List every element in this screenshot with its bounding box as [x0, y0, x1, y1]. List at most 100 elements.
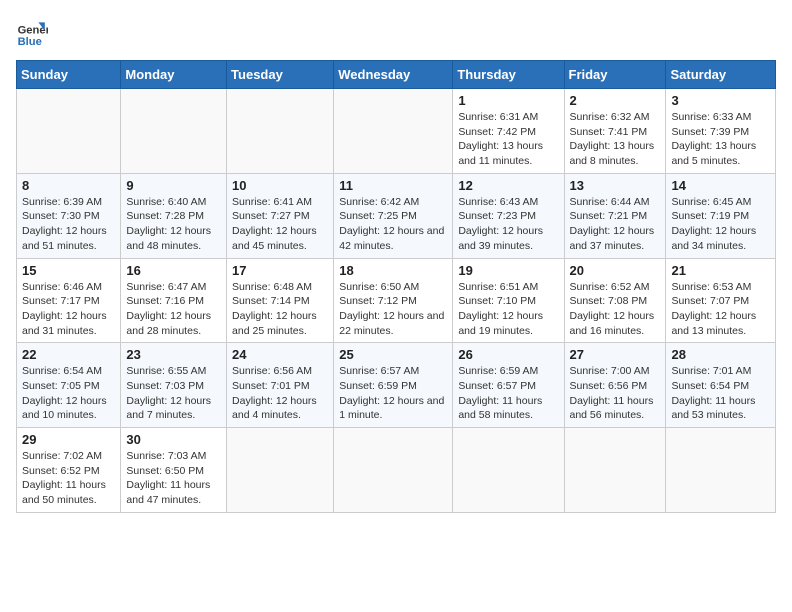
day-number: 10: [232, 178, 328, 193]
day-number: 20: [570, 263, 661, 278]
day-info: Sunrise: 6:40 AMSunset: 7:28 PMDaylight:…: [126, 195, 221, 254]
day-header-wednesday: Wednesday: [334, 61, 453, 89]
day-number: 18: [339, 263, 447, 278]
day-info: Sunrise: 6:47 AMSunset: 7:16 PMDaylight:…: [126, 280, 221, 339]
day-number: 14: [671, 178, 770, 193]
calendar-cell: [564, 428, 666, 513]
day-info: Sunrise: 6:46 AMSunset: 7:17 PMDaylight:…: [22, 280, 115, 339]
day-info: Sunrise: 6:32 AMSunset: 7:41 PMDaylight:…: [570, 110, 661, 169]
calendar-cell: [334, 89, 453, 174]
calendar-cell: 10 Sunrise: 6:41 AMSunset: 7:27 PMDayligh…: [227, 173, 334, 258]
calendar-cell: 23 Sunrise: 6:55 AMSunset: 7:03 PMDayligh…: [121, 343, 227, 428]
calendar-cell: [334, 428, 453, 513]
day-info: Sunrise: 6:42 AMSunset: 7:25 PMDaylight:…: [339, 195, 447, 254]
calendar-cell: 17 Sunrise: 6:48 AMSunset: 7:14 PMDayligh…: [227, 258, 334, 343]
day-header-thursday: Thursday: [453, 61, 564, 89]
day-info: Sunrise: 6:56 AMSunset: 7:01 PMDaylight:…: [232, 364, 328, 423]
page-header: General Blue: [16, 16, 776, 48]
day-number: 27: [570, 347, 661, 362]
calendar-cell: 15 Sunrise: 6:46 AMSunset: 7:17 PMDayligh…: [17, 258, 121, 343]
calendar-cell: 22 Sunrise: 6:54 AMSunset: 7:05 PMDayligh…: [17, 343, 121, 428]
calendar-cell: 25 Sunrise: 6:57 AMSunset: 6:59 PMDayligh…: [334, 343, 453, 428]
day-number: 30: [126, 432, 221, 447]
day-info: Sunrise: 6:54 AMSunset: 7:05 PMDaylight:…: [22, 364, 115, 423]
day-info: Sunrise: 6:43 AMSunset: 7:23 PMDaylight:…: [458, 195, 558, 254]
calendar-cell: 16 Sunrise: 6:47 AMSunset: 7:16 PMDayligh…: [121, 258, 227, 343]
calendar-cell: 8 Sunrise: 6:39 AMSunset: 7:30 PMDaylight…: [17, 173, 121, 258]
day-number: 11: [339, 178, 447, 193]
day-number: 13: [570, 178, 661, 193]
day-number: 15: [22, 263, 115, 278]
day-info: Sunrise: 7:00 AMSunset: 6:56 PMDaylight:…: [570, 364, 661, 423]
day-info: Sunrise: 6:55 AMSunset: 7:03 PMDaylight:…: [126, 364, 221, 423]
day-info: Sunrise: 6:57 AMSunset: 6:59 PMDaylight:…: [339, 364, 447, 423]
logo: General Blue: [16, 16, 48, 48]
day-info: Sunrise: 6:33 AMSunset: 7:39 PMDaylight:…: [671, 110, 770, 169]
calendar-week-row: 8 Sunrise: 6:39 AMSunset: 7:30 PMDaylight…: [17, 173, 776, 258]
day-info: Sunrise: 6:39 AMSunset: 7:30 PMDaylight:…: [22, 195, 115, 254]
calendar-cell: 14 Sunrise: 6:45 AMSunset: 7:19 PMDayligh…: [666, 173, 776, 258]
calendar-cell: 29 Sunrise: 7:02 AMSunset: 6:52 PMDayligh…: [17, 428, 121, 513]
calendar-week-row: 22 Sunrise: 6:54 AMSunset: 7:05 PMDayligh…: [17, 343, 776, 428]
day-number: 29: [22, 432, 115, 447]
day-info: Sunrise: 6:59 AMSunset: 6:57 PMDaylight:…: [458, 364, 558, 423]
calendar-cell: 9 Sunrise: 6:40 AMSunset: 7:28 PMDaylight…: [121, 173, 227, 258]
day-info: Sunrise: 6:41 AMSunset: 7:27 PMDaylight:…: [232, 195, 328, 254]
calendar-cell: [453, 428, 564, 513]
calendar-cell: 3 Sunrise: 6:33 AMSunset: 7:39 PMDaylight…: [666, 89, 776, 174]
calendar-cell: 13 Sunrise: 6:44 AMSunset: 7:21 PMDayligh…: [564, 173, 666, 258]
calendar-cell: 27 Sunrise: 7:00 AMSunset: 6:56 PMDayligh…: [564, 343, 666, 428]
day-header-friday: Friday: [564, 61, 666, 89]
day-number: 17: [232, 263, 328, 278]
calendar-cell: 2Sunrise: 6:32 AMSunset: 7:41 PMDaylight…: [564, 89, 666, 174]
calendar-cell: [227, 89, 334, 174]
day-number: 3: [671, 93, 770, 108]
day-number: 1: [458, 93, 558, 108]
day-number: 21: [671, 263, 770, 278]
day-number: 16: [126, 263, 221, 278]
calendar-cell: [17, 89, 121, 174]
calendar-cell: [121, 89, 227, 174]
day-info: Sunrise: 6:51 AMSunset: 7:10 PMDaylight:…: [458, 280, 558, 339]
calendar-cell: 11 Sunrise: 6:42 AMSunset: 7:25 PMDayligh…: [334, 173, 453, 258]
logo-icon: General Blue: [16, 16, 48, 48]
day-number: 24: [232, 347, 328, 362]
calendar-cell: 28Sunrise: 7:01 AMSunset: 6:54 PMDayligh…: [666, 343, 776, 428]
day-info: Sunrise: 6:45 AMSunset: 7:19 PMDaylight:…: [671, 195, 770, 254]
day-info: Sunrise: 6:44 AMSunset: 7:21 PMDaylight:…: [570, 195, 661, 254]
calendar-cell: 1 Sunrise: 6:31 AMSunset: 7:42 PMDaylight…: [453, 89, 564, 174]
calendar-cell: [227, 428, 334, 513]
day-number: 12: [458, 178, 558, 193]
day-number: 19: [458, 263, 558, 278]
calendar-cell: 20 Sunrise: 6:52 AMSunset: 7:08 PMDayligh…: [564, 258, 666, 343]
day-header-monday: Monday: [121, 61, 227, 89]
day-info: Sunrise: 7:02 AMSunset: 6:52 PMDaylight:…: [22, 449, 115, 508]
calendar-cell: 21 Sunrise: 6:53 AMSunset: 7:07 PMDayligh…: [666, 258, 776, 343]
svg-text:Blue: Blue: [18, 36, 42, 48]
day-info: Sunrise: 6:48 AMSunset: 7:14 PMDaylight:…: [232, 280, 328, 339]
calendar-cell: 24 Sunrise: 6:56 AMSunset: 7:01 PMDayligh…: [227, 343, 334, 428]
calendar-cell: 19 Sunrise: 6:51 AMSunset: 7:10 PMDayligh…: [453, 258, 564, 343]
calendar-cell: 12 Sunrise: 6:43 AMSunset: 7:23 PMDayligh…: [453, 173, 564, 258]
calendar-header-row: SundayMondayTuesdayWednesdayThursdayFrid…: [17, 61, 776, 89]
day-number: 22: [22, 347, 115, 362]
day-header-tuesday: Tuesday: [227, 61, 334, 89]
day-number: 8: [22, 178, 115, 193]
calendar-week-row: 29 Sunrise: 7:02 AMSunset: 6:52 PMDayligh…: [17, 428, 776, 513]
day-info: Sunrise: 6:31 AMSunset: 7:42 PMDaylight:…: [458, 110, 558, 169]
day-number: 9: [126, 178, 221, 193]
day-number: 28: [671, 347, 770, 362]
day-info: Sunrise: 6:52 AMSunset: 7:08 PMDaylight:…: [570, 280, 661, 339]
calendar-cell: [666, 428, 776, 513]
day-number: 25: [339, 347, 447, 362]
day-number: 26: [458, 347, 558, 362]
calendar-cell: 30 Sunrise: 7:03 AMSunset: 6:50 PMDayligh…: [121, 428, 227, 513]
day-info: Sunrise: 6:53 AMSunset: 7:07 PMDaylight:…: [671, 280, 770, 339]
calendar-cell: 18 Sunrise: 6:50 AMSunset: 7:12 PMDayligh…: [334, 258, 453, 343]
calendar-week-row: 1 Sunrise: 6:31 AMSunset: 7:42 PMDaylight…: [17, 89, 776, 174]
day-info: Sunrise: 6:50 AMSunset: 7:12 PMDaylight:…: [339, 280, 447, 339]
day-number: 23: [126, 347, 221, 362]
day-info: Sunrise: 7:03 AMSunset: 6:50 PMDaylight:…: [126, 449, 221, 508]
calendar-cell: 26 Sunrise: 6:59 AMSunset: 6:57 PMDayligh…: [453, 343, 564, 428]
day-header-saturday: Saturday: [666, 61, 776, 89]
